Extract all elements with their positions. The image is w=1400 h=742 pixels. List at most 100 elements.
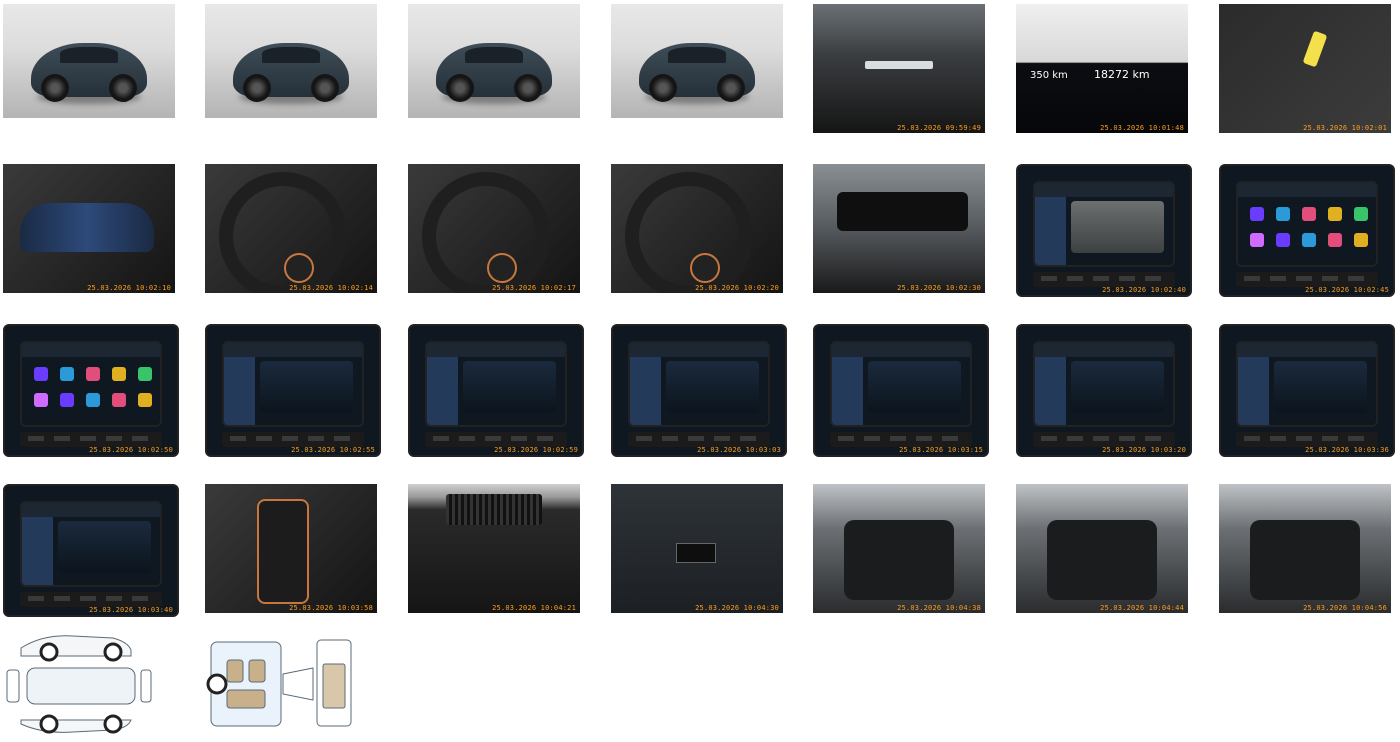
photo-thumbnail-steering-wheel-right[interactable]: 25.03.2026 10:02:17 <box>408 164 580 293</box>
climate-button[interactable] <box>1322 276 1339 282</box>
photo-thumbnail-front-interior[interactable]: 25.03.2026 10:04:56 <box>1219 484 1391 613</box>
photo-thumbnail-instrument-cluster[interactable]: 25.03.2026 10:02:10 <box>3 164 175 293</box>
app-icon[interactable] <box>1276 233 1291 248</box>
photo-thumbnail-smart-systems-screen[interactable]: 25.03.2026 10:03:15 <box>813 324 989 457</box>
climate-button[interactable] <box>459 436 476 442</box>
app-icon[interactable] <box>34 367 49 382</box>
climate-button[interactable] <box>485 436 502 442</box>
app-icon[interactable] <box>112 367 127 382</box>
climate-button[interactable] <box>890 436 907 442</box>
climate-button[interactable] <box>1270 276 1287 282</box>
app-icon[interactable] <box>1302 207 1317 222</box>
climate-button[interactable] <box>1041 436 1058 442</box>
photo-thumbnail-exterior-front-right[interactable] <box>611 4 783 118</box>
climate-button[interactable] <box>511 436 528 442</box>
climate-button[interactable] <box>282 436 299 442</box>
climate-button[interactable] <box>1041 276 1058 282</box>
climate-button[interactable] <box>433 436 450 442</box>
app-icon[interactable] <box>86 393 101 408</box>
photo-thumbnail-apps-screen-1[interactable]: 25.03.2026 10:02:45 <box>1219 164 1395 297</box>
photo-thumbnail-driver-assist-screen[interactable]: 25.03.2026 10:03:20 <box>1016 324 1192 457</box>
climate-button[interactable] <box>132 436 149 442</box>
app-icon[interactable] <box>112 393 127 408</box>
climate-button[interactable] <box>1145 436 1162 442</box>
climate-button[interactable] <box>230 436 247 442</box>
climate-button[interactable] <box>80 596 97 602</box>
photo-thumbnail-ambient-light-screen[interactable]: 25.03.2026 10:03:40 <box>3 484 179 617</box>
photo-thumbnail-keys[interactable]: 25.03.2026 10:02:01 <box>1219 4 1391 133</box>
photo-thumbnail-exterior-damage-diagram[interactable] <box>3 624 153 742</box>
photo-thumbnail-apps-screen-2[interactable]: 25.03.2026 10:02:50 <box>3 324 179 457</box>
climate-button[interactable] <box>1244 276 1261 282</box>
climate-button[interactable] <box>1093 276 1110 282</box>
photo-thumbnail-exterior-rear-left[interactable] <box>205 4 377 118</box>
app-icon[interactable] <box>1328 233 1343 248</box>
climate-button[interactable] <box>688 436 705 442</box>
climate-button[interactable] <box>1067 436 1084 442</box>
climate-button[interactable] <box>80 436 97 442</box>
climate-button[interactable] <box>714 436 731 442</box>
photo-thumbnail-full-link-settings[interactable]: 25.03.2026 10:03:03 <box>611 324 787 457</box>
climate-button[interactable] <box>1296 276 1313 282</box>
climate-button[interactable] <box>740 436 757 442</box>
climate-button[interactable] <box>1119 276 1136 282</box>
climate-button[interactable] <box>334 436 351 442</box>
photo-thumbnail-media-screen[interactable]: 25.03.2026 10:02:55 <box>205 324 381 457</box>
climate-button[interactable] <box>1067 276 1084 282</box>
photo-thumbnail-windshield-vin[interactable]: 25.03.2026 09:59:49 <box>813 4 985 133</box>
climate-button[interactable] <box>106 436 123 442</box>
climate-button[interactable] <box>1270 436 1287 442</box>
climate-button[interactable] <box>864 436 881 442</box>
photo-thumbnail-trunk[interactable]: 25.03.2026 10:04:38 <box>813 484 985 613</box>
climate-button[interactable] <box>1348 276 1365 282</box>
climate-button[interactable] <box>1296 436 1313 442</box>
climate-button[interactable] <box>942 436 959 442</box>
app-icon[interactable] <box>1328 207 1343 222</box>
app-icon[interactable] <box>138 393 153 408</box>
app-icon[interactable] <box>86 367 101 382</box>
app-icon[interactable] <box>1354 207 1369 222</box>
app-icon[interactable] <box>1250 207 1265 222</box>
climate-button[interactable] <box>1093 436 1110 442</box>
photo-thumbnail-rear-seats[interactable]: 25.03.2026 10:04:44 <box>1016 484 1188 613</box>
photo-thumbnail-exterior-rear[interactable] <box>408 4 580 118</box>
app-icon[interactable] <box>60 367 75 382</box>
photo-thumbnail-steering-wheel-left[interactable]: 25.03.2026 10:02:14 <box>205 164 377 293</box>
app-icon[interactable] <box>1276 207 1291 222</box>
app-icon[interactable] <box>60 393 75 408</box>
climate-button[interactable] <box>132 596 149 602</box>
app-icon[interactable] <box>1354 233 1369 248</box>
climate-button[interactable] <box>54 436 71 442</box>
app-icon[interactable] <box>34 393 49 408</box>
climate-button[interactable] <box>1145 276 1162 282</box>
photo-thumbnail-door-panel[interactable]: 25.03.2026 10:04:30 <box>611 484 783 613</box>
climate-button[interactable] <box>1348 436 1365 442</box>
photo-thumbnail-full-link-screen[interactable]: 25.03.2026 10:02:59 <box>408 324 584 457</box>
climate-button[interactable] <box>106 596 123 602</box>
climate-button[interactable] <box>308 436 325 442</box>
climate-button[interactable] <box>28 596 45 602</box>
climate-button[interactable] <box>1322 436 1339 442</box>
app-icon[interactable] <box>138 367 153 382</box>
climate-button[interactable] <box>54 596 71 602</box>
app-icon[interactable] <box>1250 233 1265 248</box>
climate-button[interactable] <box>838 436 855 442</box>
climate-button[interactable] <box>1119 436 1136 442</box>
climate-button[interactable] <box>1244 436 1261 442</box>
photo-thumbnail-dashboard[interactable]: 25.03.2026 10:02:20 <box>611 164 783 293</box>
photo-thumbnail-interior-damage-diagram[interactable] <box>205 624 355 742</box>
climate-button[interactable] <box>537 436 554 442</box>
photo-thumbnail-service-screen[interactable]: 25.03.2026 10:03:36 <box>1219 324 1395 457</box>
climate-button[interactable] <box>28 436 45 442</box>
climate-button[interactable] <box>916 436 933 442</box>
app-icon[interactable] <box>1302 233 1317 248</box>
photo-thumbnail-rear-vents[interactable]: 25.03.2026 10:04:21 <box>408 484 580 613</box>
climate-button[interactable] <box>256 436 273 442</box>
climate-button[interactable] <box>662 436 679 442</box>
photo-thumbnail-gear-selector[interactable]: 25.03.2026 10:03:58 <box>205 484 377 613</box>
photo-thumbnail-rear-view-mirror[interactable]: 25.03.2026 10:02:30 <box>813 164 985 293</box>
photo-thumbnail-exterior-front-left[interactable] <box>3 4 175 118</box>
photo-thumbnail-odometer[interactable]: 350 km 18272 km 25.03.2026 10:01:48 <box>1016 4 1188 133</box>
climate-button[interactable] <box>636 436 653 442</box>
photo-thumbnail-rear-camera-screen[interactable]: 25.03.2026 10:02:40 <box>1016 164 1192 297</box>
